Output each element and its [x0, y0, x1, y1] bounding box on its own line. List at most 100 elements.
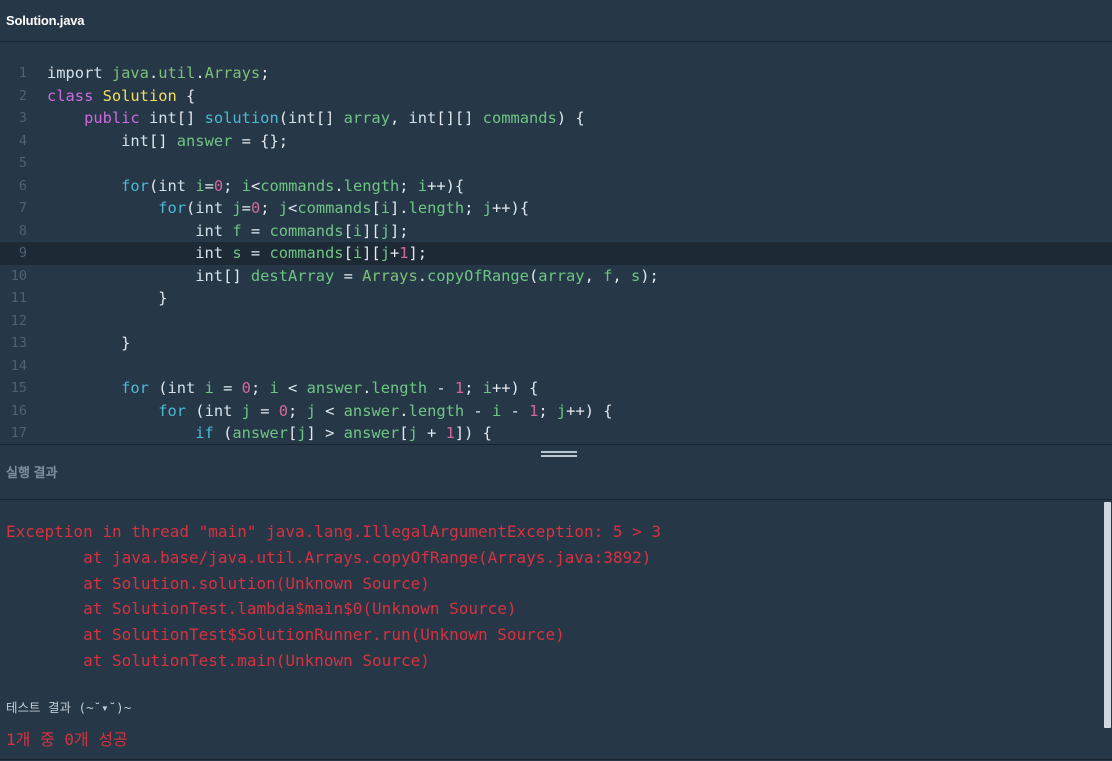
code-line[interactable]: 2 class Solution { — [0, 85, 1112, 108]
code-editor[interactable]: 1 import java.util.Arrays; 2 class Solution… — [0, 43, 1112, 444]
code-text[interactable]: for(int i=0; i<commands.length; i++){ — [47, 175, 464, 198]
code-token: ; — [223, 176, 242, 195]
code-text[interactable]: } — [47, 332, 130, 355]
code-token: f — [232, 221, 242, 240]
code-line[interactable]: 7 for(int j=0; j<commands[i].length; j++… — [0, 197, 1112, 220]
error-line: Exception in thread "main" java.lang.Ill… — [6, 522, 662, 541]
code-token: . — [399, 401, 409, 420]
code-text[interactable]: import java.util.Arrays; — [47, 62, 269, 85]
code-text[interactable]: for (int j = 0; j < answer.length - i - … — [47, 400, 612, 423]
code-token: util — [158, 64, 196, 82]
code-token: for — [121, 176, 149, 195]
code-line[interactable]: 17 if (answer[j] > answer[j + 1]) { — [0, 422, 1112, 444]
code-token: commands — [269, 244, 344, 262]
code-text[interactable]: int f = commands[i][j]; — [47, 220, 409, 243]
code-token: java — [111, 64, 149, 82]
code-token: [][] — [436, 109, 483, 127]
code-token: j — [408, 424, 418, 442]
code-token: int — [195, 199, 233, 217]
code-token: 0 — [213, 176, 224, 195]
code-token: j — [306, 401, 316, 420]
code-line[interactable]: 3 public int[] solution(int[] array, int… — [0, 107, 1112, 130]
code-token: ; — [464, 199, 483, 217]
code-text[interactable]: for (int i = 0; i < answer.length - 1; i… — [47, 377, 538, 400]
console-scrollbar[interactable] — [1104, 502, 1111, 728]
code-text[interactable]: } — [47, 287, 167, 310]
code-token: j — [380, 244, 390, 262]
test-result-label: 테스트 결과 (~˘▾˘)~ — [6, 700, 132, 715]
code-line[interactable]: 11 } — [0, 287, 1112, 310]
line-number: 17 — [10, 425, 27, 441]
code-token: ++){ — [492, 199, 530, 217]
code-token: [ — [287, 424, 298, 442]
code-token: ( — [186, 401, 205, 420]
code-line[interactable]: 9 int s = commands[i][j+1]; — [0, 242, 1112, 265]
code-token: Arrays — [362, 266, 418, 285]
code-text[interactable]: public int[] solution(int[] array, int[]… — [47, 107, 585, 130]
line-number: 11 — [10, 290, 27, 306]
code-token: int — [121, 131, 149, 150]
line-number: 1 — [18, 65, 27, 81]
code-token: int — [148, 109, 177, 127]
code-token: int — [195, 244, 233, 262]
code-token: int — [158, 176, 196, 195]
code-token: ++){ — [427, 176, 465, 195]
code-token: < — [315, 401, 344, 420]
code-line[interactable]: 14 — [0, 355, 1112, 378]
panel-resize-handle[interactable] — [0, 444, 1112, 463]
code-line[interactable]: 6 for(int i=0; i<commands.length; i++){ — [0, 175, 1112, 198]
code-token: } — [47, 289, 168, 307]
code-line[interactable]: 13 } — [0, 332, 1112, 355]
code-token: = — [241, 199, 251, 217]
code-token: class — [47, 86, 103, 105]
code-token: , — [612, 266, 631, 285]
code-token: 1 — [529, 401, 539, 420]
code-text[interactable]: class Solution { — [47, 85, 195, 108]
code-token: ]; — [389, 221, 409, 240]
code-token: answer — [232, 424, 288, 442]
code-line[interactable]: 4 int[] answer = {}; — [0, 130, 1112, 153]
code-token: - — [501, 401, 530, 420]
code-token: + — [417, 424, 446, 442]
code-token: . — [417, 266, 427, 285]
line-number: 9 — [18, 245, 27, 261]
code-token: i — [352, 221, 363, 240]
drag-grip-icon[interactable] — [541, 451, 577, 457]
code-line[interactable]: 16 for (int j = 0; j < answer.length - i… — [0, 400, 1112, 423]
code-lines[interactable]: 1 import java.util.Arrays; 2 class Solution… — [0, 62, 1112, 444]
code-text[interactable]: int[] destArray = Arrays.copyOfRange(arr… — [47, 265, 659, 288]
code-token: - — [464, 401, 492, 420]
code-token: < — [288, 199, 298, 217]
code-token: commands — [269, 221, 344, 240]
code-token: ; — [288, 401, 307, 420]
code-token: ][ — [362, 221, 381, 240]
code-token: ) { — [556, 109, 585, 127]
line-number: 3 — [18, 110, 27, 126]
code-line[interactable]: 1 import java.util.Arrays; — [0, 62, 1112, 85]
code-token: int — [204, 401, 242, 420]
code-line[interactable]: 10 int[] destArray = Arrays.copyOfRange(… — [0, 265, 1112, 288]
code-token: - — [427, 379, 455, 397]
code-text[interactable]: int[] answer = {}; — [47, 130, 288, 153]
code-token: ; — [250, 379, 270, 397]
result-panel-title: 실행 결과 — [6, 465, 58, 480]
code-text[interactable]: if (answer[j] > answer[j + 1]) { — [47, 422, 492, 444]
code-token: 1 — [445, 424, 455, 442]
code-token: i — [195, 176, 205, 195]
code-token: ; — [538, 401, 557, 420]
code-token: i — [352, 244, 363, 262]
code-token: s — [630, 266, 641, 285]
line-number: 7 — [18, 200, 27, 216]
code-token: Solution — [102, 86, 177, 105]
line-number: 8 — [18, 222, 27, 239]
file-tab-title[interactable]: Solution.java — [6, 13, 85, 28]
line-number: 15 — [10, 380, 27, 396]
code-line[interactable]: 12 — [0, 310, 1112, 333]
code-text[interactable]: int s = commands[i][j+1]; — [47, 242, 427, 265]
code-line[interactable]: 8 int f = commands[i][j]; — [0, 220, 1112, 243]
code-line[interactable]: 5 — [0, 152, 1112, 175]
code-line[interactable]: 15 for (int i = 0; i < answer.length - 1… — [0, 377, 1112, 400]
code-text[interactable]: for(int j=0; j<commands[i].length; j++){ — [47, 197, 529, 220]
code-token: answer — [176, 131, 233, 150]
